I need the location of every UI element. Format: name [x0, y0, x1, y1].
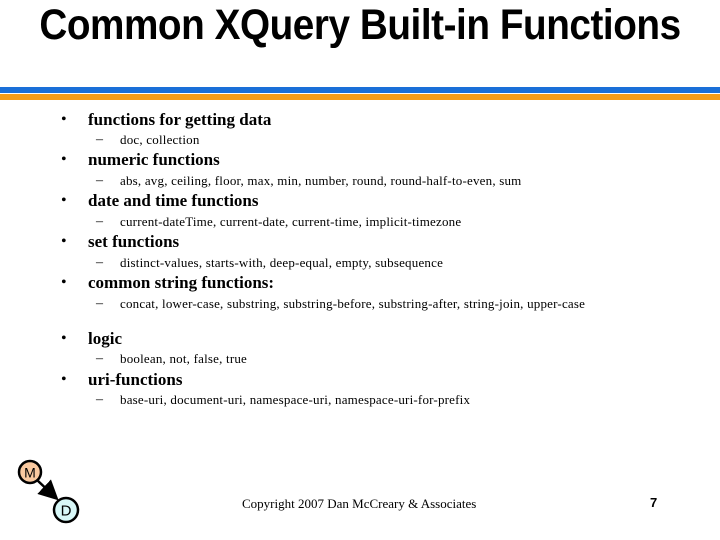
bullet-icon: • [61, 111, 67, 128]
sub-bullet-text: boolean, not, false, true [120, 351, 248, 366]
dash-icon: – [96, 296, 103, 311]
bullet-label: date and time functions [88, 191, 259, 210]
dash-icon: – [96, 132, 103, 147]
sub-bullet-text: distinct-values, starts-with, deep-equal… [120, 255, 444, 270]
copyright-footer: Copyright 2007 Dan McCreary & Associates [242, 496, 477, 511]
title-divider-orange [0, 94, 720, 100]
bullet-icon: • [61, 192, 67, 209]
dash-icon: – [96, 255, 103, 270]
title-divider-blue [0, 87, 720, 93]
sub-bullet-text: abs, avg, ceiling, floor, max, min, numb… [120, 173, 522, 188]
dash-icon: – [96, 392, 103, 407]
slide-title: Common XQuery Built-in Functions [39, 1, 681, 49]
dash-icon: – [96, 173, 103, 188]
bullet-icon: • [61, 274, 67, 291]
sub-bullet-text: current-dateTime, current-date, current-… [120, 214, 462, 229]
bullet-label: functions for getting data [88, 110, 272, 129]
bullet-label: common string functions: [88, 273, 275, 292]
bullet-label: logic [88, 329, 122, 348]
node-m-label: M [24, 465, 36, 481]
sub-bullet-text: doc, collection [120, 132, 200, 147]
bullet-label: uri-functions [88, 370, 183, 389]
node-d-label: D [61, 503, 72, 520]
md-logo: M D [17, 459, 80, 524]
dash-icon: – [96, 351, 103, 366]
dash-icon: – [96, 214, 103, 229]
arrow-icon [36, 479, 59, 501]
sub-bullet-text: concat, lower-case, substring, substring… [120, 296, 586, 311]
bullet-icon: • [61, 371, 67, 388]
bullet-icon: • [61, 330, 67, 347]
sub-bullet-text: base-uri, document-uri, namespace-uri, n… [120, 392, 471, 407]
bullet-label: set functions [88, 232, 180, 251]
page-number: 7 [650, 495, 658, 510]
bullet-icon: • [61, 233, 67, 250]
bullet-label: numeric functions [88, 150, 220, 169]
bullet-icon: • [61, 151, 67, 168]
